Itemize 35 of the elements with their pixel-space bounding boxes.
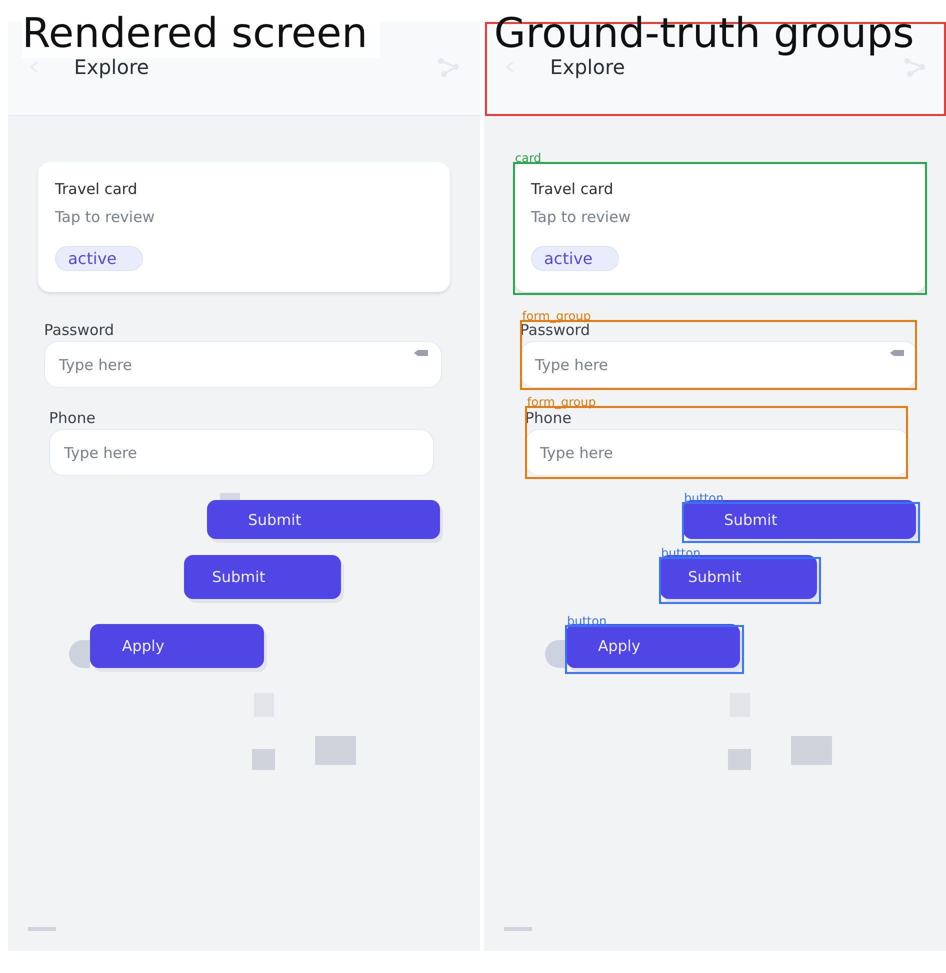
key-icon: [890, 349, 904, 357]
card-title: Travel card: [55, 180, 138, 198]
input-field[interactable]: Type here: [520, 341, 918, 388]
apply-button[interactable]: Apply: [566, 624, 740, 668]
group-label: card: [515, 152, 542, 164]
input-field[interactable]: Type here: [525, 429, 910, 476]
field-label: Password: [44, 320, 114, 341]
field-label: Phone: [49, 408, 96, 429]
field-label: Phone: [525, 409, 572, 429]
toggle-knob: [69, 640, 90, 668]
panel-title: Ground-truth groups: [494, 8, 916, 58]
placeholder-block: [728, 749, 751, 770]
group-label: form_group: [522, 310, 591, 322]
submit-button[interactable]: Submit: [184, 555, 341, 599]
placeholder-block: [252, 749, 275, 770]
placeholder-block: [791, 736, 832, 765]
card-title: Travel card: [531, 180, 614, 198]
apply-button[interactable]: Apply: [90, 624, 264, 668]
card-subtitle: Tap to review: [531, 208, 632, 226]
placeholder-block: [315, 736, 356, 765]
navbar-title: Explore: [550, 55, 626, 79]
toggle-knob: [545, 640, 566, 668]
status-tag: active: [531, 246, 619, 271]
submit-button[interactable]: Submit: [207, 500, 440, 539]
placeholder-block: [220, 493, 240, 500]
input-field[interactable]: Type here: [44, 341, 442, 388]
handle-bar: [28, 927, 56, 931]
navbar-title: Explore: [74, 55, 150, 79]
card-subtitle: Tap to review: [55, 208, 156, 226]
field-label: Password: [520, 321, 590, 341]
group-label: form_group: [527, 396, 596, 408]
key-icon: [414, 349, 428, 357]
status-tag: active: [55, 246, 143, 271]
input-field[interactable]: Type here: [49, 429, 434, 476]
handle-bar: [504, 927, 532, 931]
